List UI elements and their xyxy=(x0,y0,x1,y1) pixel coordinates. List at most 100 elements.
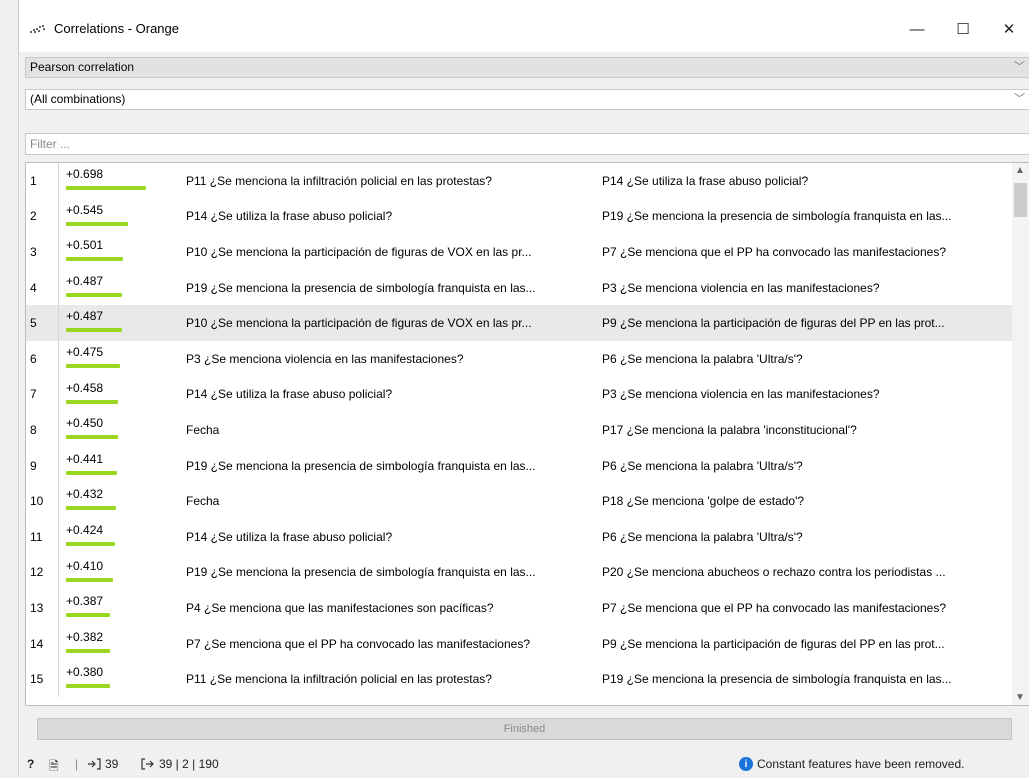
row-index: 1 xyxy=(26,163,59,199)
feature-1: Fecha xyxy=(186,494,220,509)
feature-1: P11 ¿Se menciona la infiltración policia… xyxy=(186,173,492,188)
window-title: Correlations - Orange xyxy=(54,21,179,36)
chevron-down-icon: ﹀ xyxy=(1014,93,1025,105)
feature-1: P7 ¿Se menciona que el PP ha convocado l… xyxy=(186,636,530,651)
correlation-method-value: Pearson correlation xyxy=(30,60,135,74)
correlation-bar xyxy=(66,613,110,618)
feature-1: P10 ¿Se menciona la participación de fig… xyxy=(186,316,532,331)
table-row[interactable]: 6 +0.475 P3 ¿Se menciona violencia en las … xyxy=(26,341,1012,377)
correlation-score: +0.458 xyxy=(66,380,104,395)
output-count: 39 | 2 | 190 xyxy=(159,757,219,771)
table-row[interactable]: 14 +0.382 P7 ¿Se menciona que el PP ha con… xyxy=(26,625,1012,662)
table-row[interactable]: 13 +0.387 P4 ¿Se menciona que las manifest… xyxy=(26,590,1012,626)
correlation-score: +0.698 xyxy=(66,167,104,181)
correlation-score: +0.410 xyxy=(66,558,104,573)
row-index: 4 xyxy=(26,269,59,306)
status-message: i Constant features have been removed. xyxy=(739,757,964,771)
title-bar[interactable]: Correlations - Orange — ☐ ✕ xyxy=(19,0,1029,52)
row-index: 9 xyxy=(26,447,59,484)
correlation-bar xyxy=(66,186,146,190)
table-row[interactable]: 2 +0.545 P14 ¿Se utiliza la frase abuso po… xyxy=(26,198,1012,235)
input-summary[interactable]: 39 xyxy=(87,757,118,771)
table-row[interactable]: 9 +0.441 P19 ¿Se menciona la presencia de … xyxy=(26,447,1012,484)
correlation-bar xyxy=(66,542,115,546)
correlation-score: +0.487 xyxy=(66,273,104,288)
table-row[interactable]: 7 +0.458 P14 ¿Se utiliza la frase abuso po… xyxy=(26,376,1012,413)
output-summary[interactable]: 39 | 2 | 190 xyxy=(141,757,219,771)
row-index: 15 xyxy=(26,661,59,697)
filter-field[interactable] xyxy=(25,133,1029,155)
correlation-score: +0.545 xyxy=(66,202,104,217)
row-index: 10 xyxy=(26,483,59,519)
correlation-method-dropdown[interactable]: Pearson correlation ﹀ xyxy=(25,57,1029,78)
feature-1: P14 ¿Se utiliza la frase abuso policial? xyxy=(186,529,393,544)
row-index: 5 xyxy=(26,305,59,341)
correlation-score: +0.432 xyxy=(66,487,104,502)
help-icon[interactable]: ? xyxy=(27,757,34,771)
feature-2: P6 ¿Se menciona la palabra 'Ultra/s'? xyxy=(602,458,803,473)
table-row[interactable]: 15 +0.380 P11 ¿Se menciona la infiltración… xyxy=(26,661,1012,697)
feature-2: P3 ¿Se menciona violencia en las manifes… xyxy=(602,280,880,295)
feature-2: P9 ¿Se menciona la participación de figu… xyxy=(602,316,945,331)
scroll-down-icon[interactable]: ▼ xyxy=(1015,692,1025,703)
progress-bar: Finished xyxy=(37,718,1012,740)
maximize-button[interactable]: ☐ xyxy=(940,12,986,46)
row-index: 3 xyxy=(26,234,59,270)
row-index: 2 xyxy=(26,198,59,235)
feature-1: P14 ¿Se utiliza la frase abuso policial? xyxy=(186,209,393,224)
table-row[interactable]: 1 +0.698 P11 ¿Se menciona la infiltración … xyxy=(26,163,1012,199)
feature-2: P7 ¿Se menciona que el PP ha convocado l… xyxy=(602,244,946,259)
status-message-text: Constant features have been removed. xyxy=(757,757,965,771)
feature-2: P7 ¿Se menciona que el PP ha convocado l… xyxy=(602,600,946,615)
correlation-bar xyxy=(66,399,118,404)
filter-input[interactable] xyxy=(26,134,1029,154)
feature-2: P3 ¿Se menciona violencia en las manifes… xyxy=(602,387,880,402)
table-row[interactable]: 3 +0.501 P10 ¿Se menciona la participación… xyxy=(26,234,1012,270)
correlation-score: +0.380 xyxy=(66,665,104,680)
close-button[interactable]: ✕ xyxy=(986,12,1029,46)
feature-1: P3 ¿Se menciona violencia en las manifes… xyxy=(186,351,464,366)
progress-label: Finished xyxy=(503,723,546,735)
table-row[interactable]: 10 +0.432 Fecha P18 ¿Se menciona 'golpe de … xyxy=(26,483,1012,519)
table-row[interactable]: 12 +0.410 P19 ¿Se menciona la presencia de… xyxy=(26,554,1012,591)
minimize-button[interactable]: — xyxy=(894,12,940,46)
correlation-bar xyxy=(66,648,110,653)
correlation-bar xyxy=(66,292,122,297)
row-index: 8 xyxy=(26,412,59,448)
table-row[interactable]: 5 +0.487 P10 ¿Se menciona la participación… xyxy=(26,305,1012,341)
feature-1: P11 ¿Se menciona la infiltración policia… xyxy=(186,672,492,687)
correlations-window: Correlations - Orange — ☐ ✕ Pearson corr… xyxy=(18,0,1029,776)
report-icon[interactable]: 🗎 xyxy=(49,757,59,778)
vertical-scrollbar[interactable]: ▲ ▼ xyxy=(1012,163,1029,705)
row-index: 11 xyxy=(26,519,59,555)
correlation-score: +0.475 xyxy=(66,345,104,359)
correlations-app-icon xyxy=(30,25,45,33)
table-row[interactable]: 8 +0.450 Fecha P17 ¿Se menciona la palabra … xyxy=(26,412,1012,448)
table-row[interactable]: 11 +0.424 P14 ¿Se utiliza la frase abuso p… xyxy=(26,519,1012,555)
chevron-down-icon: ﹀ xyxy=(1014,61,1025,73)
row-index: 7 xyxy=(26,376,59,413)
correlation-bar xyxy=(66,221,128,226)
feature-combination-dropdown[interactable]: (All combinations) ﹀ xyxy=(25,89,1029,110)
feature-2: P9 ¿Se menciona la participación de figu… xyxy=(602,636,945,651)
feature-2: P19 ¿Se menciona la presencia de simbolo… xyxy=(602,672,952,687)
table-row[interactable]: 4 +0.487 P19 ¿Se menciona la presencia de … xyxy=(26,269,1012,306)
scroll-up-icon[interactable]: ▲ xyxy=(1015,165,1025,176)
correlation-bar xyxy=(66,257,123,262)
correlation-bar xyxy=(66,577,113,582)
correlation-score: +0.487 xyxy=(66,309,104,324)
feature-2: P6 ¿Se menciona la palabra 'Ultra/s'? xyxy=(602,351,803,366)
feature-2: P14 ¿Se utiliza la frase abuso policial? xyxy=(602,173,809,188)
row-index: 6 xyxy=(26,341,59,377)
correlation-score: +0.387 xyxy=(66,594,104,609)
feature-2: P6 ¿Se menciona la palabra 'Ultra/s'? xyxy=(602,529,803,544)
feature-combination-value: (All combinations) xyxy=(30,92,126,106)
status-separator: | xyxy=(75,757,79,771)
status-bar: ? 🗎 | 39 39 | 2 | 190 i Constant feature… xyxy=(19,752,1029,776)
correlation-table[interactable]: 1 +0.698 P11 ¿Se menciona la infiltración … xyxy=(25,162,1029,706)
feature-1: P19 ¿Se menciona la presencia de simbolo… xyxy=(186,565,536,580)
scrollbar-thumb[interactable] xyxy=(1014,183,1027,217)
correlation-score: +0.501 xyxy=(66,238,104,253)
input-count: 39 xyxy=(105,757,119,771)
correlation-bar xyxy=(66,328,122,333)
